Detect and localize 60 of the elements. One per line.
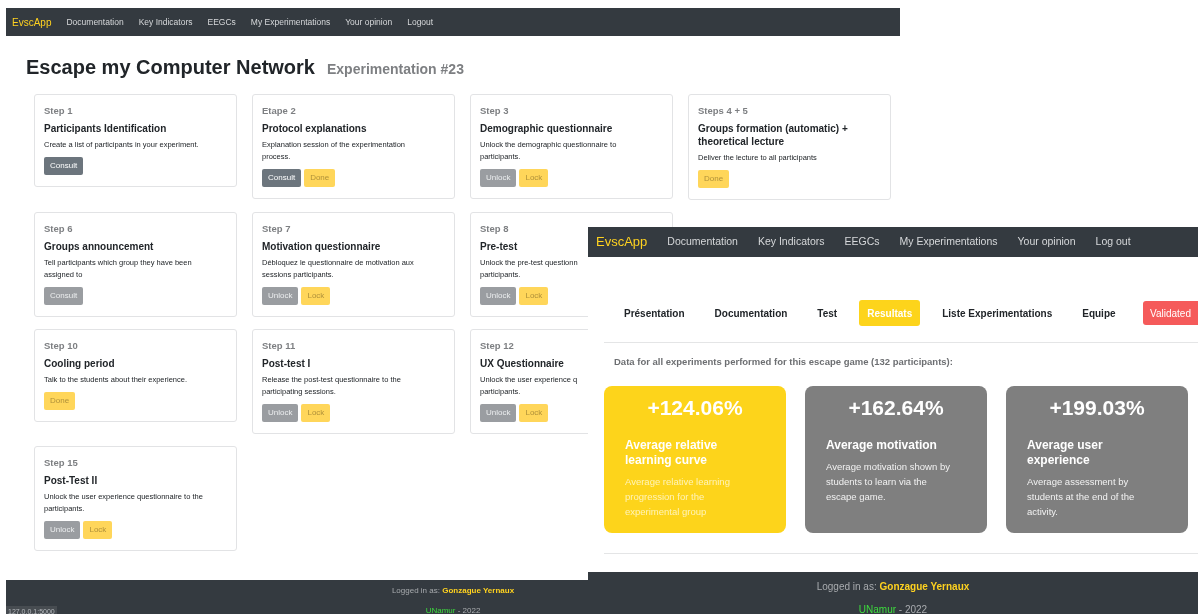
step-label: Step 3: [480, 104, 509, 118]
step-title: Groups formation (automatic) + theoretical lecture: [698, 122, 848, 148]
step-title: Motivation questionnaire: [262, 240, 381, 253]
step-title: Participants Identification: [44, 122, 167, 135]
step-button[interactable]: Consult: [262, 169, 302, 187]
step-title: Groups announcement: [44, 240, 154, 253]
nav-link[interactable]: My Experimentations: [250, 15, 331, 29]
stat-title: Average user experience: [1027, 438, 1104, 469]
summary-text: Data for all experiments performed for this escape game (132 participants):: [614, 355, 954, 369]
copyright-text: UNamur - 2022: [425, 605, 481, 614]
tab[interactable]: Présentation: [616, 300, 693, 326]
stat-description: Average assessment by students at the end of the activity.: [1027, 475, 1136, 520]
step-label: Step 1: [44, 104, 73, 118]
status-badge: Validated: [1143, 301, 1198, 325]
login-status: Logged in as: Gonzague Yernaux: [816, 580, 970, 594]
stat-title: Average motivation: [826, 438, 938, 454]
page-subtitle: Experimentation #23: [327, 60, 464, 79]
stat-title: Average relative learning curve: [625, 438, 719, 469]
nav-link[interactable]: Key Indicators: [757, 234, 825, 250]
stat-value: +162.64%: [848, 395, 944, 422]
tab[interactable]: Test: [809, 300, 846, 326]
tab[interactable]: Equipe: [1074, 300, 1124, 326]
nav-link[interactable]: Documentation: [66, 15, 124, 29]
brand-link[interactable]: EvscApp: [596, 232, 648, 252]
tab[interactable]: Documentation: [706, 300, 796, 326]
login-status: Logged in as: Gonzague Yernaux: [391, 585, 515, 597]
copyright-text: UNamur - 2022: [858, 603, 928, 614]
step-label: Steps 4 + 5: [698, 104, 748, 118]
step-title: Cooling period: [44, 357, 115, 370]
tab[interactable]: Liste Experimentations: [934, 300, 1061, 326]
nav-link[interactable]: Documentation: [667, 234, 738, 250]
step-label: Step 15: [44, 456, 78, 470]
step-button[interactable]: Consult: [44, 157, 84, 175]
step-label: Step 8: [480, 222, 509, 236]
nav-link[interactable]: EEGCs: [844, 234, 880, 250]
step-title: Demographic questionnaire: [480, 122, 613, 135]
page-title: Escape my Computer Network: [26, 55, 315, 80]
stat-description: Average relative learning progression for the experimental group: [625, 475, 731, 520]
step-label: Etape 2: [262, 104, 296, 118]
stat-value: +199.03%: [1049, 395, 1145, 422]
brand-link[interactable]: EvscApp: [12, 14, 52, 30]
stat-value: +124.06%: [647, 395, 743, 422]
nav-link[interactable]: Logout: [407, 15, 434, 29]
stat-description: Average motivation shown by students to learn via the escape game.: [826, 460, 951, 505]
step-label: Step 10: [44, 339, 78, 353]
nav-link[interactable]: Your opinion: [345, 15, 393, 29]
nav-link[interactable]: EEGCs: [207, 15, 236, 29]
step-label: Step 12: [480, 339, 514, 353]
step-label: Step 7: [262, 222, 291, 236]
nav-link[interactable]: Key Indicators: [138, 15, 193, 29]
step-label: Step 6: [44, 222, 73, 236]
step-title: Protocol explanations: [262, 122, 367, 135]
step-label: Step 11: [262, 339, 296, 353]
step-title: UX Questionnaire: [480, 357, 564, 370]
step-title: Post-test I: [262, 357, 311, 370]
nav-link[interactable]: My Experimentations: [899, 234, 998, 250]
nav-link[interactable]: Your opinion: [1017, 234, 1076, 250]
nav-link[interactable]: Log out: [1095, 234, 1131, 250]
step-title: Pre-test: [480, 240, 518, 253]
step-title: Post-Test II: [44, 474, 98, 487]
